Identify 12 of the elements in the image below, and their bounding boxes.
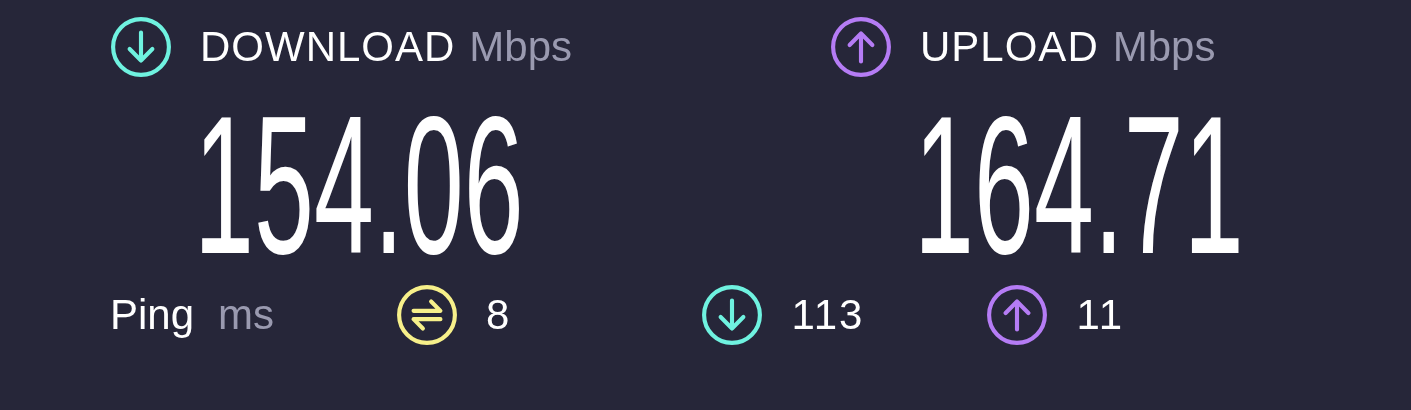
unit-label: Mbps <box>1112 23 1216 71</box>
swap-arrows-icon <box>396 284 459 346</box>
speed-value: 154.06 <box>194 88 524 278</box>
unit-label: ms <box>218 291 275 339</box>
ping-label: Ping <box>110 291 195 339</box>
ping-value: 8 <box>486 291 512 339</box>
unit-label: Mbps <box>469 23 573 71</box>
speed-label: DOWNLOAD <box>200 23 456 71</box>
ping-value: 113 <box>791 291 865 339</box>
speed-label: UPLOAD <box>920 23 1099 71</box>
ping-value: 11 <box>1076 291 1124 339</box>
speed-value: 164.71 <box>914 88 1244 278</box>
